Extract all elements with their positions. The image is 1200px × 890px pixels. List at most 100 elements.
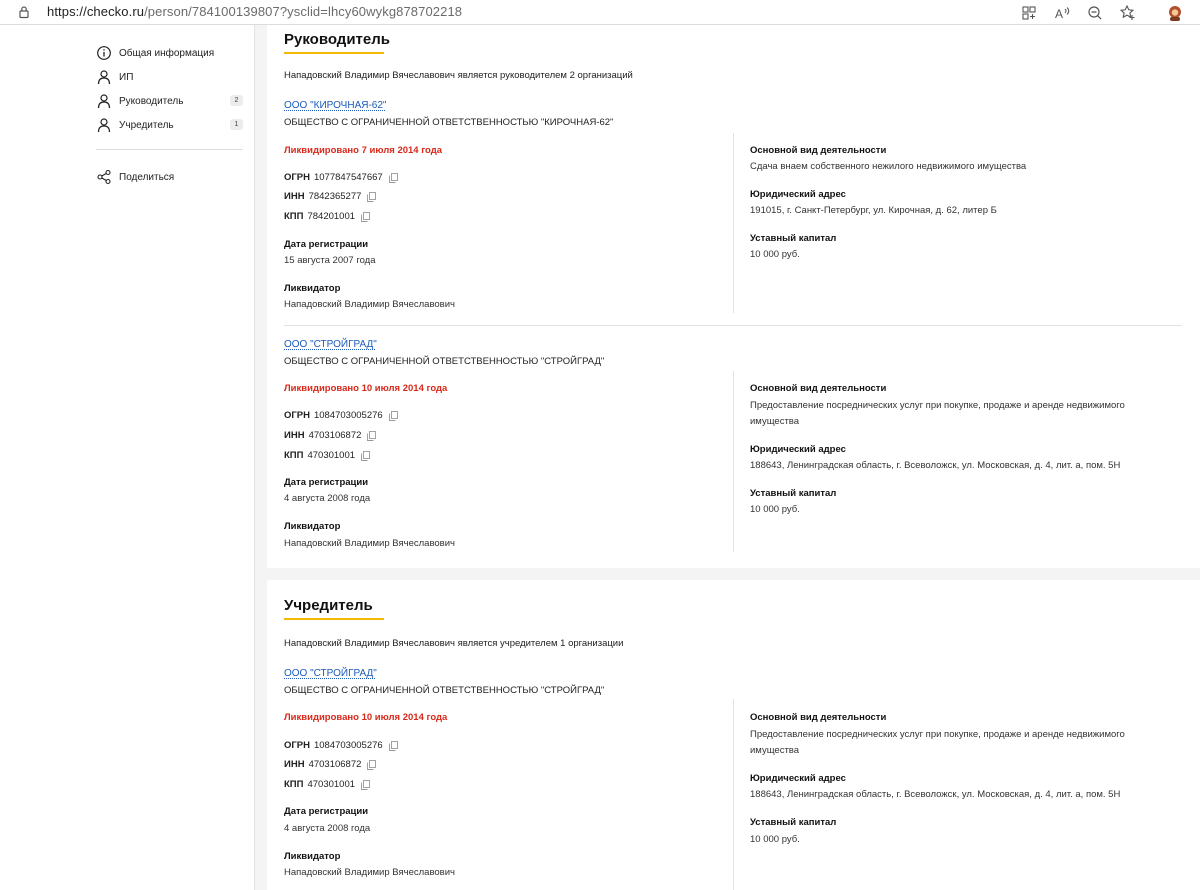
copy-icon[interactable] bbox=[388, 740, 398, 751]
title-underline bbox=[284, 618, 384, 620]
reg-date-value: 4 августа 2008 года bbox=[284, 493, 371, 504]
sidebar-item-general-info[interactable]: Общая информация bbox=[96, 43, 246, 63]
url-host: https://checko.ru bbox=[47, 4, 145, 19]
share-button[interactable]: Поделиться bbox=[96, 167, 246, 187]
address-label: Юридический адрес bbox=[750, 444, 846, 455]
kpp-label: КПП bbox=[284, 450, 304, 461]
org-link[interactable]: ООО "СТРОЙГРАД" bbox=[284, 668, 377, 679]
column-divider bbox=[733, 371, 734, 552]
liquidator-label: Ликвидатор bbox=[284, 851, 341, 862]
sidebar-item-founder[interactable]: Учредитель 1 bbox=[96, 115, 246, 135]
copy-icon[interactable] bbox=[367, 759, 377, 770]
org-link[interactable]: ООО "КИРОЧНАЯ-62" bbox=[284, 100, 386, 111]
copy-icon[interactable] bbox=[361, 211, 370, 222]
copy-icon[interactable] bbox=[361, 450, 370, 461]
ogrn-value: 1077847547667 bbox=[313, 172, 383, 183]
reg-date-value: 15 августа 2007 года bbox=[284, 255, 376, 266]
ogrn-row: ОГРН 1084703005276 bbox=[284, 410, 398, 421]
sidebar-item-label: Учредитель bbox=[119, 119, 174, 131]
inn-value: 4703106872 bbox=[308, 430, 362, 441]
apps-icon[interactable] bbox=[1020, 4, 1038, 22]
capital-value: 10 000 руб. bbox=[750, 249, 800, 260]
sidebar: Общая информация ИП Руководитель 2 Учред… bbox=[0, 25, 255, 890]
kpp-label: КПП bbox=[284, 779, 304, 790]
kpp-value: 784201001 bbox=[307, 211, 356, 222]
org-full-name: ОБЩЕСТВО С ОГРАНИЧЕННОЙ ОТВЕТСТВЕННОСТЬЮ… bbox=[284, 685, 605, 696]
capital-label: Уставный капитал bbox=[750, 233, 837, 244]
sidebar-item-manager[interactable]: Руководитель 2 bbox=[96, 91, 246, 111]
ogrn-label: ОГРН bbox=[284, 410, 310, 421]
section-title: Учредитель bbox=[284, 597, 373, 614]
column-divider bbox=[733, 699, 734, 890]
capital-value: 10 000 руб. bbox=[750, 504, 800, 515]
reg-date-label: Дата регистрации bbox=[284, 477, 369, 488]
sidebar-item-label: Руководитель bbox=[119, 95, 184, 107]
org-full-name: ОБЩЕСТВО С ОГРАНИЧЕННОЙ ОТВЕТСТВЕННОСТЬЮ… bbox=[284, 356, 605, 367]
activity-label: Основной вид деятельности bbox=[750, 712, 887, 723]
section-summary: Нападовский Владимир Вячеславович являет… bbox=[284, 638, 624, 649]
activity-value-line2: имущества bbox=[750, 745, 800, 756]
copy-icon[interactable] bbox=[388, 172, 398, 183]
ogrn-row: ОГРН 1077847547667 bbox=[284, 172, 398, 183]
inn-label: ИНН bbox=[284, 430, 305, 441]
section-summary: Нападовский Владимир Вячеславович являет… bbox=[284, 70, 633, 81]
address-label: Юридический адрес bbox=[750, 189, 846, 200]
ogrn-row: ОГРН 1084703005276 bbox=[284, 740, 398, 751]
lock-icon[interactable] bbox=[17, 5, 31, 19]
read-aloud-icon[interactable]: A bbox=[1053, 4, 1071, 22]
reg-date-label: Дата регистрации bbox=[284, 239, 369, 250]
section-title: Руководитель bbox=[284, 31, 390, 48]
url-field[interactable]: https://checko.ru/person/784100139807?ys… bbox=[47, 4, 462, 19]
sidebar-item-ip[interactable]: ИП bbox=[96, 67, 246, 87]
kpp-row: КПП 470301001 bbox=[284, 450, 370, 461]
liquidator-label: Ликвидатор bbox=[284, 283, 341, 294]
copy-icon[interactable] bbox=[361, 779, 370, 790]
activity-label: Основной вид деятельности bbox=[750, 383, 887, 394]
status-liquidated: Ликвидировано 10 июля 2014 года bbox=[284, 712, 448, 723]
sidebar-item-label: Общая информация bbox=[119, 47, 215, 59]
org-full-name: ОБЩЕСТВО С ОГРАНИЧЕННОЙ ОТВЕТСТВЕННОСТЬЮ… bbox=[284, 117, 614, 128]
column-divider bbox=[733, 133, 734, 313]
ogrn-label: ОГРН bbox=[284, 172, 310, 183]
sidebar-item-label: ИП bbox=[119, 71, 134, 83]
kpp-label: КПП bbox=[284, 211, 304, 222]
inn-label: ИНН bbox=[284, 759, 305, 770]
address-label: Юридический адрес bbox=[750, 773, 846, 784]
capital-value: 10 000 руб. bbox=[750, 834, 800, 845]
favorite-star-icon[interactable] bbox=[1119, 4, 1137, 22]
count-badge: 1 bbox=[230, 119, 243, 130]
status-liquidated: Ликвидировано 10 июля 2014 года bbox=[284, 383, 448, 394]
zoom-out-icon[interactable] bbox=[1086, 4, 1104, 22]
ogrn-value: 1084703005276 bbox=[313, 740, 383, 751]
inn-value: 4703106872 bbox=[308, 759, 362, 770]
liquidator-value: Нападовский Владимир Вячеславович bbox=[284, 299, 455, 310]
kpp-value: 470301001 bbox=[307, 450, 356, 461]
copy-icon[interactable] bbox=[388, 410, 398, 421]
person-icon bbox=[97, 118, 111, 133]
info-icon bbox=[97, 46, 111, 60]
title-underline bbox=[284, 52, 384, 54]
copy-icon[interactable] bbox=[367, 191, 377, 202]
person-icon bbox=[97, 94, 111, 109]
reg-date-value: 4 августа 2008 года bbox=[284, 823, 371, 834]
org-divider bbox=[284, 325, 1182, 326]
svg-text:A: A bbox=[1055, 7, 1063, 21]
kpp-row: КПП 784201001 bbox=[284, 211, 370, 222]
person-icon bbox=[97, 70, 111, 85]
org-link[interactable]: ООО "СТРОЙГРАД" bbox=[284, 339, 377, 350]
reg-date-label: Дата регистрации bbox=[284, 806, 369, 817]
copy-icon[interactable] bbox=[367, 430, 377, 441]
inn-value: 7842365277 bbox=[308, 191, 362, 202]
activity-value-line2: имущества bbox=[750, 416, 800, 427]
inn-label: ИНН bbox=[284, 191, 305, 202]
count-badge: 2 bbox=[230, 95, 243, 106]
profile-avatar-icon[interactable] bbox=[1166, 4, 1184, 22]
address-value: 188643, Ленинградская область, г. Всевол… bbox=[750, 460, 1121, 471]
ogrn-label: ОГРН bbox=[284, 740, 310, 751]
liquidator-value: Нападовский Владимир Вячеславович bbox=[284, 538, 455, 549]
capital-label: Уставный капитал bbox=[750, 488, 837, 499]
inn-row: ИНН 7842365277 bbox=[284, 191, 377, 202]
activity-value-line1: Предоставление посреднических услуг при … bbox=[750, 400, 1125, 411]
url-path: /person/784100139807?ysclid=lhcy60wykg87… bbox=[144, 4, 463, 19]
browser-address-bar: https://checko.ru/person/784100139807?ys… bbox=[0, 0, 1200, 25]
